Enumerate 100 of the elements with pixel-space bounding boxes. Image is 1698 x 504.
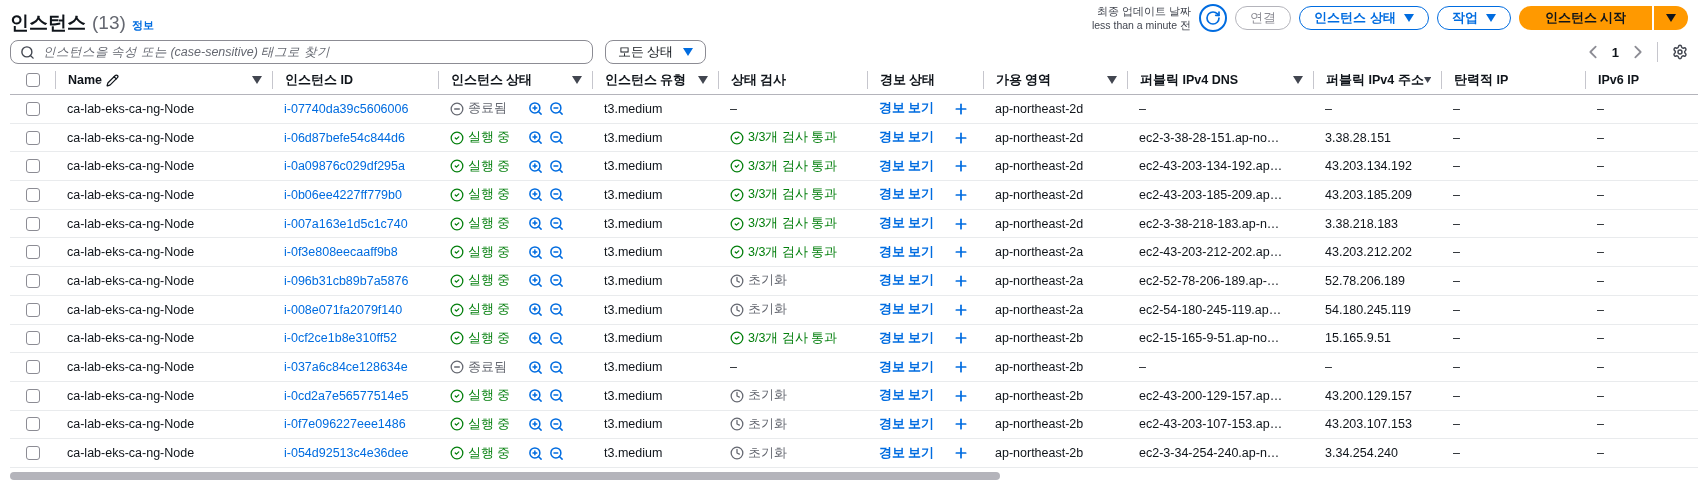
instance-id-link[interactable]: i-0cd2a7e56577514e5 — [284, 388, 409, 403]
sort-icon[interactable] — [572, 76, 582, 84]
instance-id-link[interactable]: i-06d87befe54c844d6 — [284, 130, 405, 145]
zoom-out-button[interactable] — [549, 158, 564, 174]
instance-state: 종료됨 — [450, 358, 507, 376]
view-alarms-link[interactable]: 경보 보기 — [879, 129, 935, 147]
zoom-out-button[interactable] — [549, 359, 564, 375]
zoom-out-button[interactable] — [549, 216, 564, 232]
column-header[interactable]: 경보 상태 — [867, 71, 983, 89]
instance-id-link[interactable]: i-007a163e1d5c1c740 — [284, 216, 408, 231]
launch-instances-button[interactable]: 인스턴스 시작 — [1518, 6, 1652, 30]
zoom-out-button[interactable] — [549, 416, 564, 432]
row-checkbox[interactable] — [25, 245, 40, 260]
column-header[interactable]: 탄력적 IP — [1441, 71, 1585, 89]
row-checkbox[interactable] — [25, 273, 40, 288]
zoom-out-button[interactable] — [549, 273, 564, 289]
zoom-out-button[interactable] — [549, 445, 564, 461]
sort-icon[interactable] — [698, 76, 708, 84]
zoom-out-button[interactable] — [549, 187, 564, 203]
column-header[interactable]: 인스턴스 ID — [272, 71, 438, 89]
instance-id-link[interactable]: i-054d92513c4e36dee — [284, 446, 409, 461]
view-alarms-link[interactable]: 경보 보기 — [879, 243, 935, 261]
instance-id-link[interactable]: i-0f7e096227eee1486 — [284, 417, 406, 432]
launch-dropdown-button[interactable] — [1654, 6, 1688, 30]
zoom-in-button[interactable] — [528, 416, 543, 432]
settings-button[interactable] — [1672, 44, 1688, 60]
column-header[interactable]: 상태 검사 — [718, 71, 867, 89]
view-alarms-link[interactable]: 경보 보기 — [879, 415, 935, 433]
instance-id-link[interactable]: i-008e071fa2079f140 — [284, 302, 403, 317]
previous-page-button[interactable] — [1587, 44, 1598, 60]
refresh-button[interactable] — [1199, 4, 1228, 32]
info-link[interactable]: 정보 — [131, 18, 154, 33]
row-checkbox[interactable] — [25, 446, 40, 461]
zoom-out-button[interactable] — [549, 101, 564, 117]
row-checkbox[interactable] — [25, 302, 40, 317]
row-checkbox[interactable] — [25, 331, 40, 346]
page-number[interactable]: 1 — [1611, 44, 1619, 60]
row-checkbox[interactable] — [25, 159, 40, 174]
instance-id-link[interactable]: i-07740da39c5606006 — [284, 101, 409, 116]
instance-id-link[interactable]: i-0f3e808eecaaff9b8 — [284, 245, 398, 260]
row-checkbox[interactable] — [25, 101, 40, 116]
instance-id-link[interactable]: i-037a6c84ce128634e — [284, 360, 408, 375]
row-checkbox[interactable] — [25, 187, 40, 202]
column-header[interactable]: 퍼블릭 IPv4 주소 — [1313, 71, 1441, 89]
instance-id-link[interactable]: i-0a09876c029df295a — [284, 159, 405, 174]
view-alarms-link[interactable]: 경보 보기 — [879, 301, 935, 319]
horizontal-scrollbar[interactable] — [10, 471, 1000, 480]
select-all-checkbox[interactable] — [25, 73, 40, 87]
zoom-in-button[interactable] — [528, 244, 543, 260]
instance-id-link[interactable]: i-0cf2ce1b8e310ff52 — [284, 331, 398, 346]
zoom-in-button[interactable] — [528, 302, 543, 318]
instance-id-link[interactable]: i-0b06ee4227ff779b0 — [284, 187, 402, 202]
zoom-out-button[interactable] — [549, 302, 564, 318]
view-alarms-link[interactable]: 경보 보기 — [879, 387, 935, 405]
zoom-in-button[interactable] — [528, 359, 543, 375]
column-header[interactable]: 퍼블릭 IPv4 DNS — [1127, 71, 1313, 89]
zoom-in-button[interactable] — [528, 187, 543, 203]
view-alarms-link[interactable]: 경보 보기 — [879, 100, 935, 118]
column-header[interactable]: 인스턴스 유형 — [592, 71, 718, 89]
instance-id-link[interactable]: i-096b31cb89b7a5876 — [284, 273, 409, 288]
zoom-in-button[interactable] — [528, 445, 543, 461]
zoom-in-button[interactable] — [528, 101, 543, 117]
view-alarms-link[interactable]: 경보 보기 — [879, 444, 935, 462]
zoom-out-button[interactable] — [549, 388, 564, 404]
view-alarms-link[interactable]: 경보 보기 — [879, 272, 935, 290]
next-page-button[interactable] — [1633, 44, 1643, 60]
row-checkbox[interactable] — [25, 130, 40, 145]
zoom-in-button[interactable] — [528, 330, 543, 346]
column-header[interactable]: 인스턴스 상태 — [438, 71, 592, 89]
public-dns: ec2-54-180-245-119.ap… — [1139, 302, 1282, 317]
zoom-out-button[interactable] — [549, 130, 564, 146]
column-header[interactable]: 가용 영역 — [983, 71, 1127, 89]
view-alarms-link[interactable]: 경보 보기 — [879, 186, 935, 204]
zoom-in-button[interactable] — [528, 388, 543, 404]
view-alarms-link[interactable]: 경보 보기 — [879, 157, 935, 175]
zoom-in-button[interactable] — [528, 216, 543, 232]
sort-icon[interactable] — [252, 76, 262, 84]
search-field[interactable]: 인스턴스을 속성 또는 (case-sensitive) 태그로 찾기 — [10, 40, 593, 64]
view-alarms-link[interactable]: 경보 보기 — [879, 215, 935, 233]
column-header[interactable]: Name — [55, 71, 272, 89]
sort-icon[interactable] — [1293, 76, 1303, 84]
view-alarms-link[interactable]: 경보 보기 — [879, 358, 935, 376]
zoom-in-button[interactable] — [528, 130, 543, 146]
instance-state: 실행 중 — [450, 329, 511, 347]
zoom-in-button[interactable] — [528, 273, 543, 289]
state-filter-select[interactable]: 모든 상태 — [605, 40, 707, 64]
sort-icon[interactable] — [1107, 76, 1117, 84]
column-header[interactable]: IPv6 IP — [1585, 71, 1698, 89]
view-alarms-link[interactable]: 경보 보기 — [879, 329, 935, 347]
connect-button[interactable]: 연결 — [1235, 6, 1292, 30]
dropdown-button[interactable]: 인스턴스 상태 — [1299, 6, 1429, 30]
zoom-out-button[interactable] — [549, 330, 564, 346]
dropdown-button[interactable]: 작업 — [1436, 6, 1511, 30]
row-checkbox[interactable] — [25, 360, 40, 375]
row-checkbox[interactable] — [25, 216, 40, 231]
row-checkbox[interactable] — [25, 417, 40, 432]
zoom-out-button[interactable] — [549, 244, 564, 260]
row-checkbox[interactable] — [25, 388, 40, 403]
sort-icon[interactable] — [1423, 76, 1431, 84]
zoom-in-button[interactable] — [528, 158, 543, 174]
